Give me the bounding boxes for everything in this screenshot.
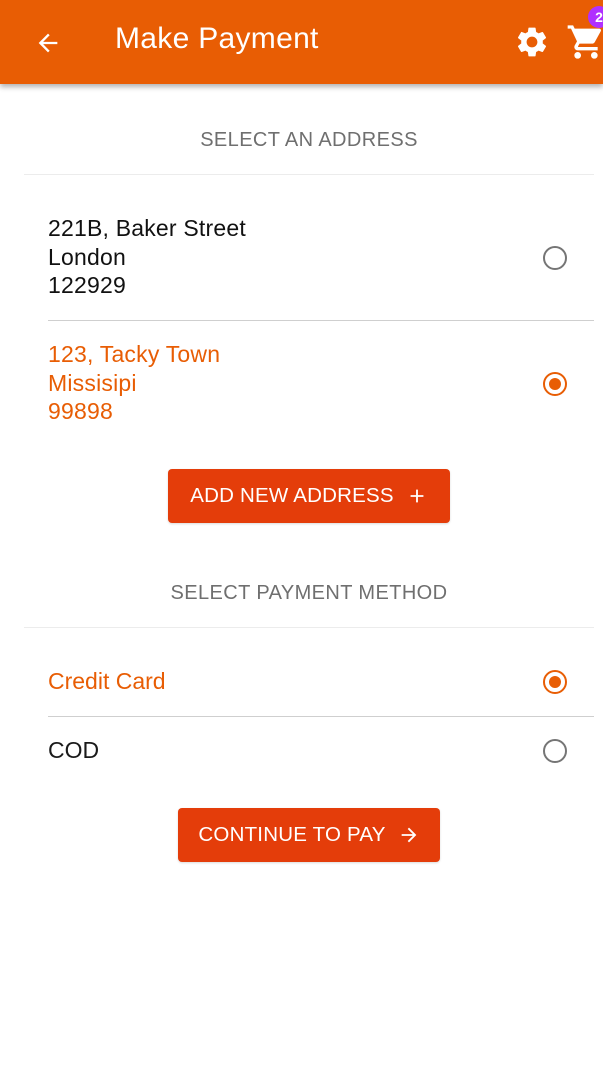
continue-to-pay-label: CONTINUE TO PAY [198,823,386,846]
back-button[interactable] [30,25,66,61]
payment-method-cod[interactable]: COD [48,737,594,764]
settings-button[interactable] [512,22,552,62]
page-title: Make Payment [115,22,319,55]
app-bar: Make Payment 2 [0,0,603,84]
address-radio-1[interactable] [543,246,567,270]
divider [48,320,594,321]
address-line-3: 99898 [48,398,113,424]
address-item-2[interactable]: 123, Tacky Town Missisipi 99898 [48,340,594,426]
address-radio-2[interactable] [543,372,567,396]
payment-radio-cod[interactable] [543,739,567,763]
address-line-2: Missisipi [48,369,137,396]
address-line-1: 221B, Baker Street [48,215,246,241]
payment-method-credit-card[interactable]: Credit Card [48,668,594,695]
plus-icon [406,485,428,507]
payment-section-header: SELECT PAYMENT METHOD [170,582,448,604]
arrow-left-icon [38,33,58,53]
divider [24,174,594,175]
address-line-1: 123, Tacky Town [48,341,221,367]
add-new-address-button[interactable]: ADD NEW ADDRESS [168,469,450,523]
address-line-2: London [48,243,126,270]
address-section-header: SELECT AN ADDRESS [200,129,418,151]
address-line-3: 122929 [48,272,126,298]
payment-radio-credit-card[interactable] [543,670,567,694]
add-new-address-label: ADD NEW ADDRESS [190,484,394,507]
divider [48,716,594,717]
continue-to-pay-button[interactable]: CONTINUE TO PAY [178,808,440,862]
cart-count-badge: 2 [588,6,603,28]
gear-icon [517,27,547,57]
arrow-right-icon [398,824,420,846]
address-item-1[interactable]: 221B, Baker Street London 122929 [48,214,594,300]
divider [24,627,594,628]
shopping-cart-icon [567,25,602,59]
cart-button[interactable] [566,22,603,62]
